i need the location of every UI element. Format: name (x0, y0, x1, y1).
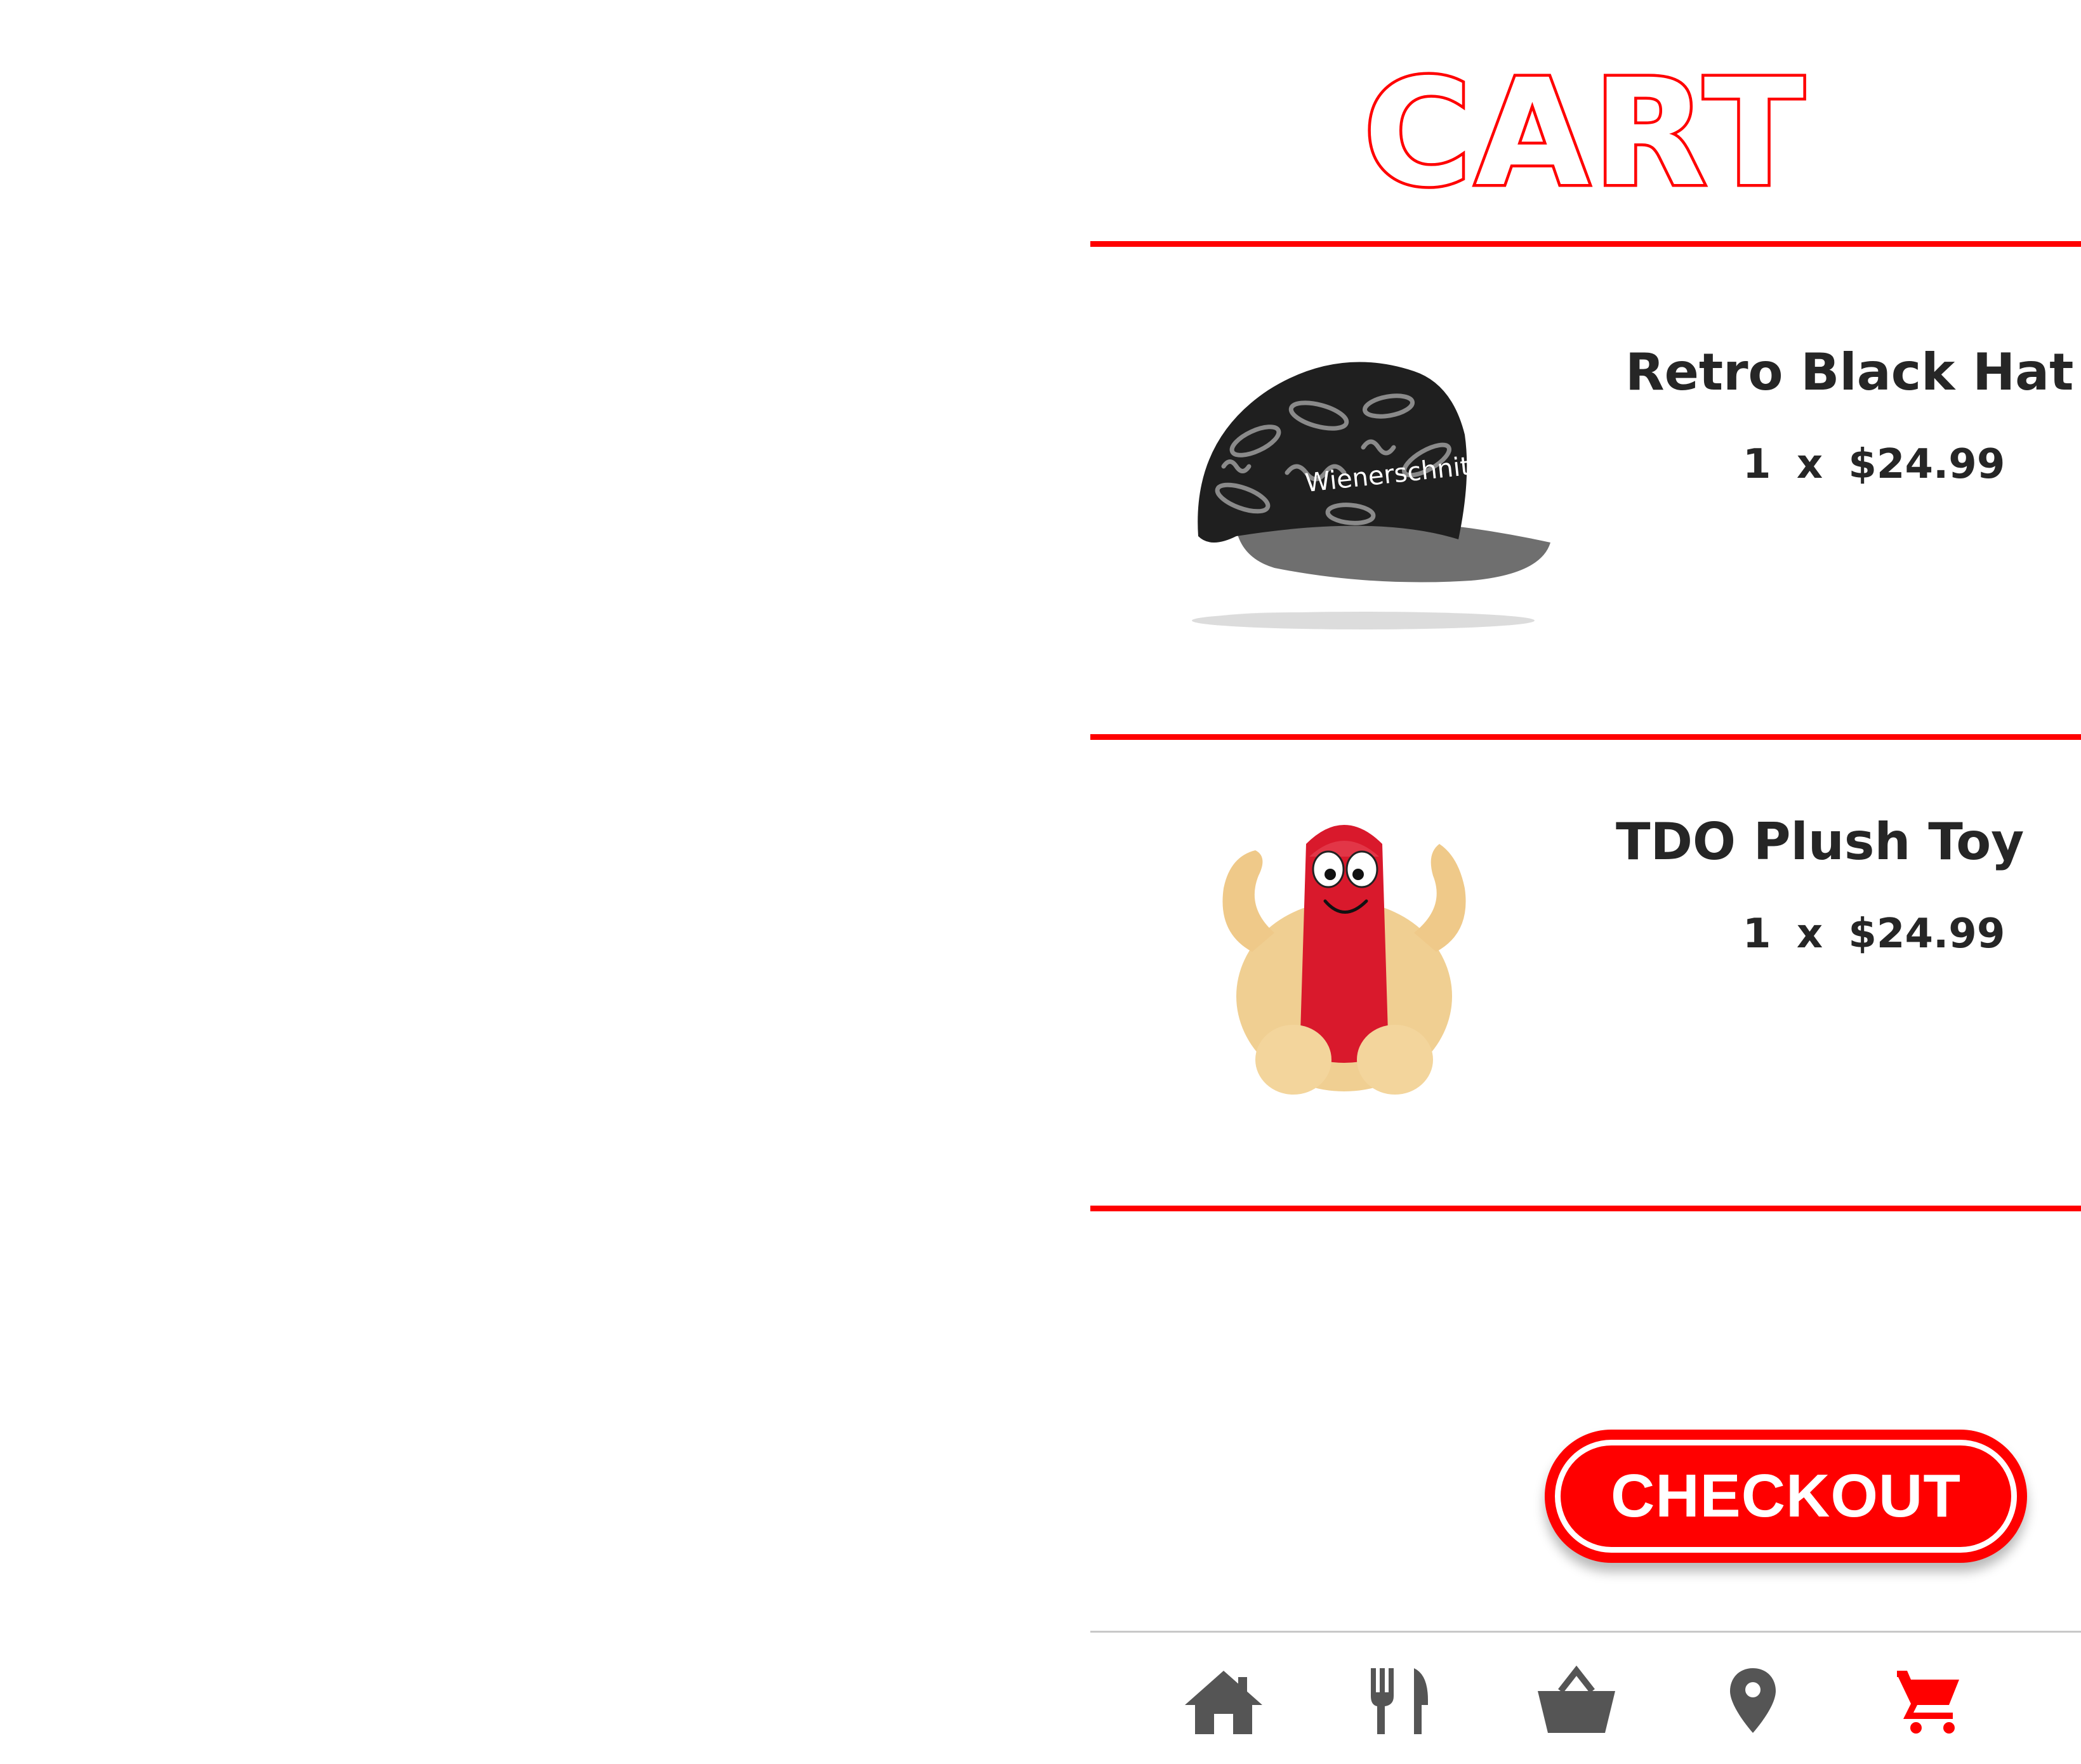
item-quantity-price: 1 x $24.99 (1743, 441, 2005, 488)
hat-image: Wienerschnitzel (1192, 362, 1550, 629)
tab-bar-divider (1090, 1631, 2081, 1633)
cart-icon (1897, 1671, 1959, 1734)
item-qty: 1 (1743, 441, 1771, 488)
divider (1090, 734, 2081, 740)
tab-home[interactable] (1173, 1659, 1274, 1742)
item-times: x (1796, 441, 1823, 488)
checkout-button[interactable]: CHECKOUT (1545, 1430, 2027, 1563)
location-pin-icon (1730, 1668, 1776, 1733)
divider (1090, 1206, 2081, 1211)
plush-toy-image (1222, 825, 1466, 1095)
item-times: x (1796, 911, 1823, 958)
item-name: Retro Black Hat (1625, 343, 2074, 402)
tab-cart[interactable] (1879, 1659, 1980, 1742)
item-quantity-price: 1 x $24.99 (1743, 911, 2005, 958)
item-name: TDO Plush Toy (1616, 812, 2025, 871)
home-icon (1185, 1671, 1262, 1734)
checkout-label: CHECKOUT (1555, 1440, 2017, 1553)
cart-screen: CART Wienerschnitzel Retro Black Hat 1 x… (1090, 0, 2081, 1764)
basket-icon (1538, 1666, 1615, 1733)
item-price: $24.99 (1848, 441, 2005, 488)
tab-shop[interactable] (1526, 1659, 1627, 1742)
tab-menu[interactable] (1349, 1659, 1451, 1742)
fork-knife-icon (1371, 1668, 1428, 1734)
item-price: $24.99 (1848, 911, 2005, 958)
tab-locations[interactable] (1702, 1659, 1804, 1742)
divider (1090, 241, 2081, 247)
item-qty: 1 (1743, 911, 1771, 958)
page-title: CART (1361, 48, 1808, 219)
